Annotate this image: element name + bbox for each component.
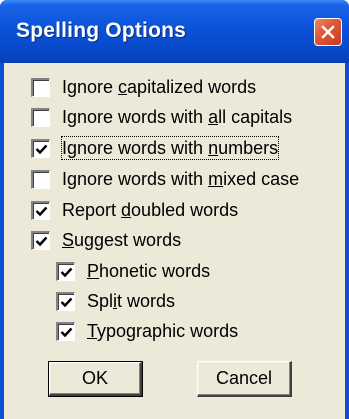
title-bar[interactable]: Spelling Options (0, 0, 349, 63)
checkbox[interactable] (31, 108, 50, 127)
checkbox[interactable] (56, 262, 75, 281)
option-label: Phonetic words (87, 261, 211, 281)
checkbox[interactable] (31, 170, 50, 189)
option-label: Split words (87, 291, 176, 311)
option-label: Ignore words with all capitals (62, 107, 293, 127)
close-button[interactable] (314, 18, 342, 46)
cancel-button[interactable]: Cancel (197, 361, 292, 397)
checkmark-icon (60, 327, 73, 338)
ok-button-default-frame: OK (48, 361, 143, 397)
cancel-button-label: Cancel (215, 368, 273, 388)
checkbox[interactable] (31, 78, 50, 97)
option-label: Report doubled words (62, 200, 239, 220)
spelling-options-dialog: Spelling Options Ignore capitalized word… (0, 0, 349, 419)
checkmark-icon (35, 236, 48, 247)
checkbox[interactable] (56, 322, 75, 341)
checkbox[interactable] (31, 139, 50, 158)
checkmark-icon (60, 297, 73, 308)
option-label: Ignore words with numbers (60, 136, 280, 160)
checkmark-icon (60, 267, 73, 278)
option-label: Ignore capitalized words (62, 77, 257, 97)
checkmark-icon (35, 206, 48, 217)
checkmark-icon (35, 144, 48, 155)
option-label: Typographic words (87, 321, 239, 341)
dialog-body: Ignore capitalized words Ignore words wi… (4, 63, 345, 419)
option-label: Suggest words (62, 230, 182, 250)
ok-button-label: OK (81, 368, 108, 388)
checkbox[interactable] (56, 292, 75, 311)
ok-button[interactable]: OK (49, 362, 142, 396)
checkbox[interactable] (31, 201, 50, 220)
option-label: Ignore words with mixed case (62, 169, 300, 189)
window-title: Spelling Options (16, 19, 187, 42)
checkbox[interactable] (31, 231, 50, 250)
